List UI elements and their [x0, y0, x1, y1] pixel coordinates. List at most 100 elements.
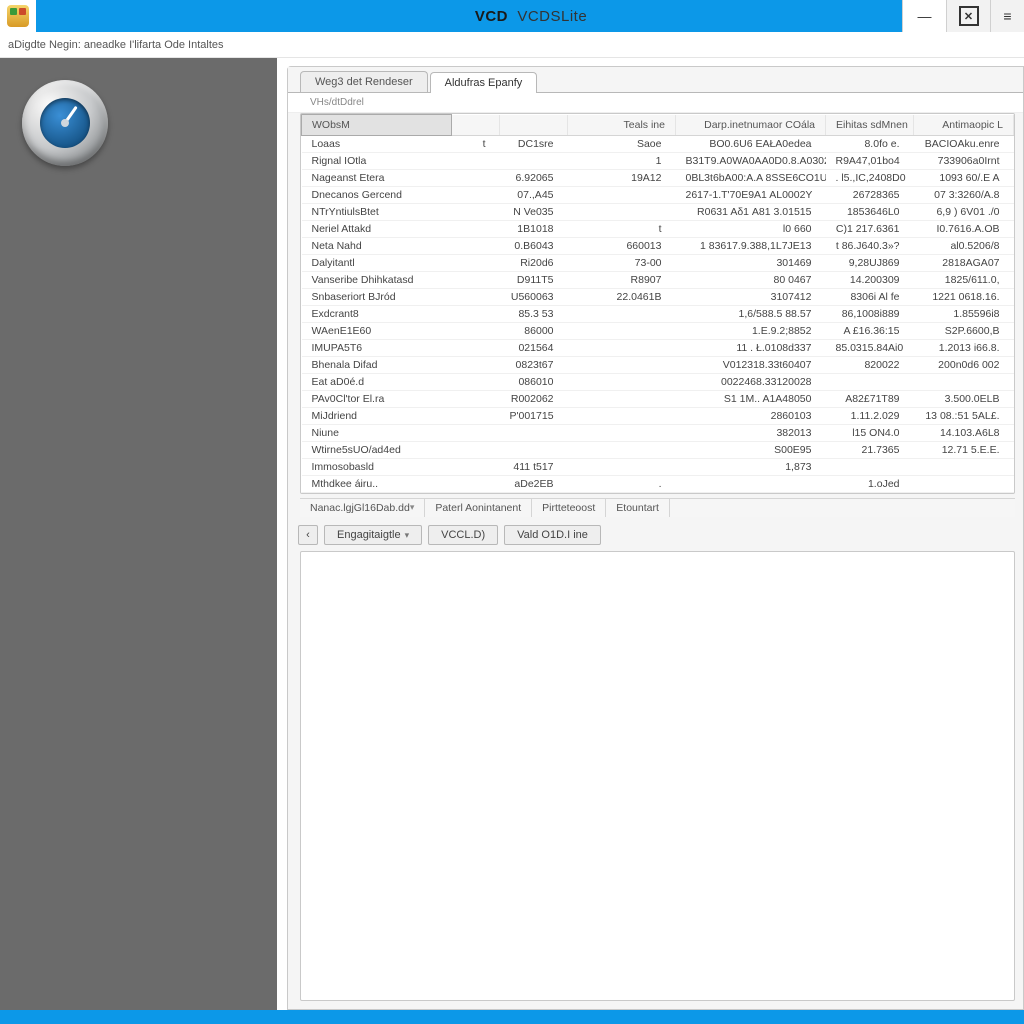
table-row[interactable]: NTrYntiulsBtetN Ve035R0631 Aδ1 A81 3.015…: [302, 204, 1014, 221]
cell-value: 11 . Ł.0108d337: [676, 340, 826, 357]
cell-value: 0BL3t6bA00:A.A 8SSE6CO1U: [676, 170, 826, 187]
filter-c[interactable]: Pirtteteoost: [532, 499, 606, 517]
bottom-tabs: ‹ Engagitaigtle▾ VCCL.D) Vald O1D.I ine: [288, 521, 1023, 551]
cell-value: [452, 170, 500, 187]
table-row[interactable]: Immosobasld411 t5171,873: [302, 459, 1014, 476]
cell-value: 1825/611.0,: [914, 272, 1014, 289]
filter-module[interactable]: Nanac.lgjGl16Dab.dd▾: [300, 499, 425, 517]
cell-value: [452, 306, 500, 323]
table-row[interactable]: Snbaseriort BJródU56006322.0461B31074128…: [302, 289, 1014, 306]
content-panel: Weg3 det Rendeser Aldufras Epanfy VHs/dt…: [287, 66, 1024, 1010]
cell-value: 73-00: [568, 255, 676, 272]
table-row[interactable]: Eat aD0é.d0860100022468.33120028: [302, 374, 1014, 391]
cell-value: 14.103.A6L8: [914, 425, 1014, 442]
table-row[interactable]: Vanseribe DhihkatasdD911T5R890780 046714…: [302, 272, 1014, 289]
cell-value: 13 08.:51 5AL£.: [914, 408, 1014, 425]
cell-value: R002062: [500, 391, 568, 408]
table-row[interactable]: MiJdriendP'00171528601031.11.2.02913 08.…: [302, 408, 1014, 425]
cell-value: 19A12: [568, 170, 676, 187]
cell-value: [568, 187, 676, 204]
gauge-icon[interactable]: [22, 80, 108, 166]
cell-value: A82£71T89: [826, 391, 914, 408]
cell-value: [452, 425, 500, 442]
menu-bar[interactable]: aDigdte Negin: aneadke I'lifarta Ode Int…: [0, 32, 1024, 58]
col-darp[interactable]: Darp.inetnumaor COála: [676, 115, 826, 136]
table-row[interactable]: Mthdkee áiru..aDe2EB.1.oJed: [302, 476, 1014, 493]
table-row[interactable]: IMUPA5T602156411 . Ł.0108d33785.0315.84A…: [302, 340, 1014, 357]
cell-value: 1: [568, 153, 676, 170]
btab-a[interactable]: Engagitaigtle▾: [324, 525, 422, 545]
cell-value: [452, 238, 500, 255]
cell-value: 0022468.33120028: [676, 374, 826, 391]
cell-value: [568, 306, 676, 323]
table-row[interactable]: Bhenala Difad0823t67V012318.33t604078200…: [302, 357, 1014, 374]
table-row[interactable]: PAv0Cl'tor El.raR002062S1 1M.. A1A48050A…: [302, 391, 1014, 408]
cell-value: 26728365: [826, 187, 914, 204]
cell-value: 85.0315.84Ai0: [826, 340, 914, 357]
filter-d[interactable]: Etountart: [606, 499, 670, 517]
cell-label: Loaas: [302, 136, 452, 153]
filter-b[interactable]: Paterl Aonintanent: [425, 499, 532, 517]
cell-value: S2P.6600,B: [914, 323, 1014, 340]
table-row[interactable]: Exdcrant885.3 531,6/588.5 88.5786,1008i8…: [302, 306, 1014, 323]
cell-label: Neta Nahd: [302, 238, 452, 255]
cell-value: [500, 153, 568, 170]
btab-c[interactable]: Vald O1D.I ine: [504, 525, 601, 545]
table-row[interactable]: DalyitantlRi20d673-003014699,28UJ8692818…: [302, 255, 1014, 272]
cell-value: aDe2EB: [500, 476, 568, 493]
cell-value: 3.500.0ELB: [914, 391, 1014, 408]
table-row[interactable]: Rignal IOtla1B31T9.A0WA0AA0D0.8.A03023R9…: [302, 153, 1014, 170]
cell-value: 12.71 5.E.E.: [914, 442, 1014, 459]
window-title: VCD VCDSLite: [38, 8, 1024, 25]
title-bar: VCD VCDSLite — ≡: [0, 0, 1024, 32]
window-buttons: — ≡: [902, 0, 1024, 32]
table-row[interactable]: Neta Nahd0.B60436600131 83617.9.388,1L7J…: [302, 238, 1014, 255]
cell-value: [452, 391, 500, 408]
cell-value: 411 t517: [500, 459, 568, 476]
table-row[interactable]: Neriel Attakd1B1018tl0 660C)1 217.6361I0…: [302, 221, 1014, 238]
cell-value: [452, 459, 500, 476]
table-row[interactable]: Dnecanos Gercend07.,A452617-1.T'70E9A1 A…: [302, 187, 1014, 204]
cell-value: 9,28UJ869: [826, 255, 914, 272]
cell-value: 1 83617.9.388,1L7JE13: [676, 238, 826, 255]
cell-value: 86,1008i889: [826, 306, 914, 323]
col-1[interactable]: [452, 115, 500, 136]
col-eihit[interactable]: Eihitas sdMnen: [826, 115, 914, 136]
col-antim[interactable]: Antimaopic L: [914, 115, 1014, 136]
menu-text: aDigdte Negin: aneadke I'lifarta Ode Int…: [8, 39, 224, 51]
cell-label: IMUPA5T6: [302, 340, 452, 357]
col-2[interactable]: [500, 115, 568, 136]
cell-value: DC1sre: [500, 136, 568, 153]
col-teals[interactable]: Teals ine: [568, 115, 676, 136]
cell-label: Vanseribe Dhihkatasd: [302, 272, 452, 289]
more-button[interactable]: ≡: [990, 0, 1024, 32]
table-row[interactable]: WAenE1E60860001.E.9.2;8852A £16.36:15S2P…: [302, 323, 1014, 340]
cell-label: Neriel Attakd: [302, 221, 452, 238]
close-button[interactable]: [946, 0, 990, 32]
cell-value: V012318.33t60407: [676, 357, 826, 374]
filter-row: Nanac.lgjGl16Dab.dd▾ Paterl Aonintanent …: [300, 498, 1015, 517]
cell-value: 660013: [568, 238, 676, 255]
minimize-button[interactable]: —: [902, 0, 946, 32]
cell-value: 8306i Al fe: [826, 289, 914, 306]
table-row[interactable]: Wtirne5sUO/ad4edS00E9521.736512.71 5.E.E…: [302, 442, 1014, 459]
cell-value: [452, 153, 500, 170]
cell-value: [452, 476, 500, 493]
cell-value: 22.0461B: [568, 289, 676, 306]
cell-value: D911T5: [500, 272, 568, 289]
tab-measurements[interactable]: Weg3 det Rendeser: [300, 71, 428, 92]
cell-value: t: [452, 136, 500, 153]
cell-value: [500, 442, 568, 459]
cell-value: C)1 217.6361: [826, 221, 914, 238]
col-module[interactable]: WObsM: [302, 115, 452, 136]
cell-value: [452, 357, 500, 374]
cell-value: [452, 442, 500, 459]
table-row[interactable]: LoaastDC1sreSaoeBO0.6U6 EAŁA0edea8.0fo e…: [302, 136, 1014, 153]
tab-prev[interactable]: ‹: [298, 525, 318, 545]
tab-adaptations[interactable]: Aldufras Epanfy: [430, 72, 538, 93]
table-row[interactable]: Niune382013l15 ON4.014.103.A6L8: [302, 425, 1014, 442]
table-row[interactable]: Nageanst Etera6.9206519A120BL3t6bA00:A.A…: [302, 170, 1014, 187]
btab-b[interactable]: VCCL.D): [428, 525, 498, 545]
cell-value: 2860103: [676, 408, 826, 425]
cell-value: A £16.36:15: [826, 323, 914, 340]
